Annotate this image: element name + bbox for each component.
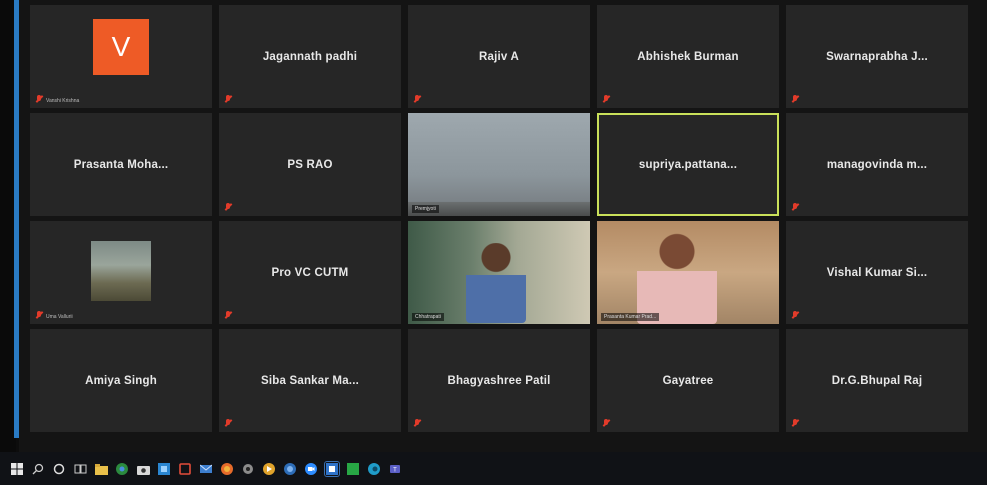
- mic-muted-icon: [414, 95, 420, 103]
- mic-muted-icon: [36, 95, 42, 103]
- participant-avatar: V: [93, 19, 149, 75]
- participant-tile-bhagyashree-patil[interactable]: Bhagyashree Patil: [408, 329, 590, 432]
- participant-name: Gayatree: [662, 374, 714, 387]
- mic-muted-icon: [792, 311, 798, 319]
- participant-tile-jagannath-padhi[interactable]: Jagannath padhi: [219, 5, 401, 108]
- participant-video: [408, 221, 590, 324]
- windows-taskbar: T: [0, 452, 987, 485]
- participant-name: Bhagyashree Patil: [447, 374, 551, 387]
- participant-name: Vishal Kumar Si...: [826, 266, 928, 279]
- participant-name: Dr.G.Bhupal Raj: [831, 374, 923, 387]
- browser-icon[interactable]: [283, 462, 297, 476]
- participant-tile-swarnaprabha[interactable]: Swarnaprabha J...: [786, 5, 968, 108]
- participant-tile-uma-vallurii[interactable]: Uma Vallurii: [30, 221, 212, 324]
- participant-tile-prasanta-kumar[interactable]: Prasanta Kumar Prad...: [597, 221, 779, 324]
- cortana-icon[interactable]: [52, 462, 66, 476]
- participant-video: [597, 221, 779, 324]
- store-icon[interactable]: [157, 462, 171, 476]
- participant-tile-amiya-singh[interactable]: Amiya Singh: [30, 329, 212, 432]
- participant-grid: V Vanshi Krishna Jagannath padhi Rajiv A…: [30, 5, 968, 432]
- participant-tile-vanshi-krishna[interactable]: V Vanshi Krishna: [30, 5, 212, 108]
- participant-name: Swarnaprabha J...: [826, 50, 928, 63]
- participant-tile-prasanta-moha[interactable]: Prasanta Moha...: [30, 113, 212, 216]
- mic-muted-icon: [225, 311, 231, 319]
- mic-muted-icon: [792, 419, 798, 427]
- participant-name: Abhishek Burman: [637, 50, 739, 63]
- mic-muted-icon: [603, 95, 609, 103]
- svg-text:T: T: [393, 468, 397, 474]
- meeting-icon[interactable]: [325, 462, 339, 476]
- media-icon[interactable]: [262, 462, 276, 476]
- mic-muted-icon: [603, 419, 609, 427]
- settings-icon[interactable]: [241, 462, 255, 476]
- participant-name-tag: Prasanta Kumar Prad...: [601, 313, 660, 321]
- mic-muted-icon: [225, 95, 231, 103]
- participant-name: Amiya Singh: [85, 374, 157, 387]
- mail-icon[interactable]: [199, 462, 213, 476]
- participant-tile-vishal-kumar[interactable]: Vishal Kumar Si...: [786, 221, 968, 324]
- participant-tile-managovinda[interactable]: managovinda m...: [786, 113, 968, 216]
- person-in-video: [466, 243, 526, 323]
- participant-tile-rajiv-a[interactable]: Rajiv A: [408, 5, 590, 108]
- participant-name: Rajiv A: [479, 50, 519, 63]
- mic-muted-icon: [36, 311, 42, 319]
- edge-icon[interactable]: [367, 462, 381, 476]
- participant-tile-bhupal-raj[interactable]: Dr.G.Bhupal Raj: [786, 329, 968, 432]
- participant-name: PS RAO: [287, 158, 333, 171]
- participant-video: [408, 113, 590, 216]
- teams-icon[interactable]: T: [388, 462, 402, 476]
- participant-name: Pro VC CUTM: [271, 266, 349, 279]
- mic-muted-icon: [225, 203, 231, 211]
- mic-muted-icon: [792, 203, 798, 211]
- participant-tile-pro-vc-cutm[interactable]: Pro VC CUTM: [219, 221, 401, 324]
- task-view-icon[interactable]: [73, 462, 87, 476]
- participant-name-tag: Chhatrapati: [412, 313, 444, 321]
- participant-name: Jagannath padhi: [262, 50, 358, 63]
- participant-name: managovinda m...: [826, 158, 928, 171]
- office-icon[interactable]: [178, 462, 192, 476]
- mic-muted-icon: [792, 95, 798, 103]
- participant-name: supriya.pattana...: [638, 158, 738, 171]
- camera-icon[interactable]: [136, 462, 150, 476]
- chrome-icon[interactable]: [115, 462, 129, 476]
- zoom-icon[interactable]: [304, 462, 318, 476]
- windows-start-icon[interactable]: [10, 462, 24, 476]
- participant-tile-chhatrapati[interactable]: Chhatrapati: [408, 221, 590, 324]
- participant-tile-premjyoti[interactable]: Premjyoti: [408, 113, 590, 216]
- participant-tile-ps-rao[interactable]: PS RAO: [219, 113, 401, 216]
- participant-tile-abhishek-burman[interactable]: Abhishek Burman: [597, 5, 779, 108]
- search-icon[interactable]: [31, 462, 45, 476]
- participant-name: Prasanta Moha...: [73, 158, 169, 171]
- participant-name-tag: Premjyoti: [412, 205, 439, 213]
- firefox-icon[interactable]: [220, 462, 234, 476]
- participant-name-label: Vanshi Krishna: [46, 98, 80, 104]
- green-app-icon[interactable]: [346, 462, 360, 476]
- participant-tile-supriya-active-speaker[interactable]: supriya.pattana...: [597, 113, 779, 216]
- person-in-video: [637, 231, 717, 324]
- participant-name: Siba Sankar Ma...: [261, 374, 359, 387]
- mic-muted-icon: [225, 419, 231, 427]
- participant-tile-siba-sankar[interactable]: Siba Sankar Ma...: [219, 329, 401, 432]
- participant-name-label: Uma Vallurii: [46, 314, 73, 320]
- file-explorer-icon[interactable]: [94, 462, 108, 476]
- mic-muted-icon: [414, 419, 420, 427]
- participant-tile-gayatree[interactable]: Gayatree: [597, 329, 779, 432]
- participant-profile-photo: [91, 241, 151, 301]
